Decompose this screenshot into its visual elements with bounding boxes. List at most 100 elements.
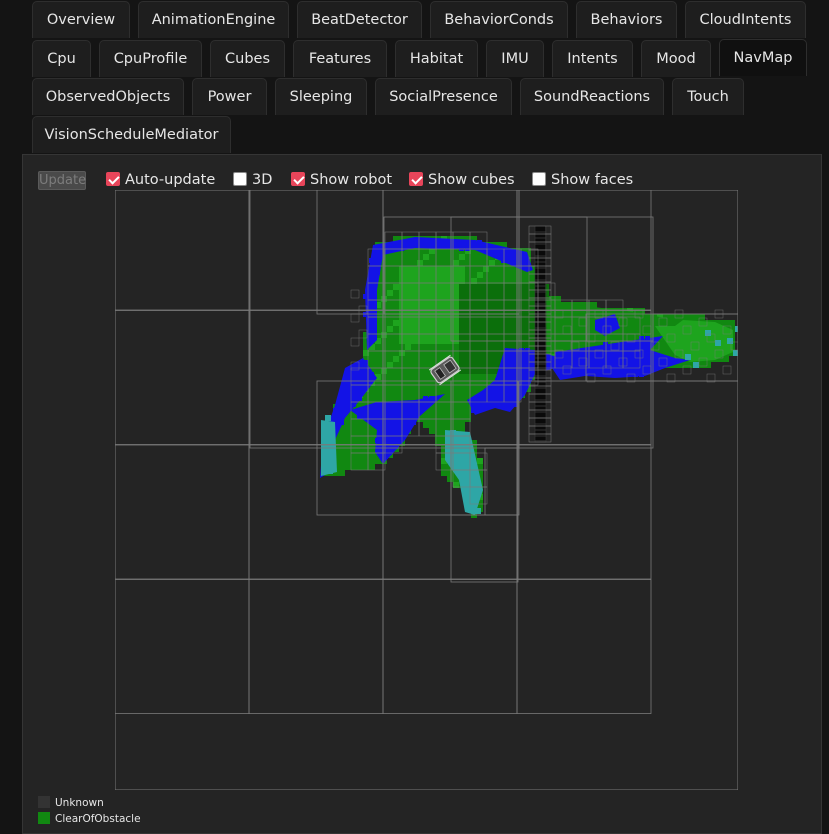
- auto-update-checkbox[interactable]: Auto-update: [106, 170, 215, 190]
- clear-cell: [459, 398, 465, 404]
- obstacle-cell: [345, 384, 350, 389]
- checkbox-checked-icon[interactable]: [106, 172, 120, 186]
- clear-cell: [369, 434, 375, 440]
- tab-touch[interactable]: Touch: [672, 78, 744, 115]
- nav-map-canvas[interactable]: [115, 190, 738, 790]
- clear-cell: [471, 272, 477, 278]
- clear-cell: [477, 260, 483, 266]
- update-button[interactable]: Update: [38, 171, 86, 190]
- clear-cell: [375, 344, 381, 350]
- obstacle-cell: [603, 324, 608, 329]
- legend-swatch: [38, 812, 50, 824]
- clear-cell: [525, 272, 531, 278]
- clear-cell: [369, 464, 375, 470]
- tab-habitat[interactable]: Habitat: [395, 40, 478, 77]
- clear-cell: [423, 332, 429, 338]
- show-faces-checkbox[interactable]: Show faces: [532, 170, 633, 190]
- tab-intents[interactable]: Intents: [552, 40, 633, 77]
- clear-cell: [441, 254, 447, 260]
- checkbox-unchecked-icon[interactable]: [233, 172, 247, 186]
- 3d-checkbox[interactable]: 3D: [233, 170, 272, 190]
- obstacle-cell: [519, 348, 524, 353]
- clear-cell: [405, 338, 411, 344]
- clear-cell: [441, 398, 447, 404]
- obstacle-cell: [357, 414, 362, 419]
- clear-cell: [423, 362, 429, 368]
- cliff-cell: [715, 340, 721, 346]
- clear-cell: [345, 452, 351, 458]
- show-cubes-checkbox[interactable]: Show cubes: [409, 170, 515, 190]
- clear-cell: [387, 266, 393, 272]
- tab-behaviorconds[interactable]: BehaviorConds: [430, 1, 568, 38]
- clear-cell: [459, 392, 465, 398]
- tab-cloudintents[interactable]: CloudIntents: [685, 1, 806, 38]
- checkbox-checked-icon[interactable]: [409, 172, 423, 186]
- tab-animationengine[interactable]: AnimationEngine: [138, 1, 289, 38]
- clear-cell: [477, 320, 483, 326]
- clear-cell: [477, 356, 483, 362]
- clear-cell: [525, 308, 531, 314]
- clear-cell: [423, 374, 429, 380]
- cliff-cell: [705, 330, 711, 336]
- obstacle-cell: [627, 360, 632, 365]
- clear-cell: [411, 356, 417, 362]
- clear-cell: [417, 272, 423, 278]
- clear-cell: [453, 404, 459, 410]
- clear-cell: [405, 320, 411, 326]
- tab-soundreactions[interactable]: SoundReactions: [520, 78, 664, 115]
- tab-behaviors[interactable]: Behaviors: [576, 1, 677, 38]
- clear-cell: [411, 302, 417, 308]
- clear-cell: [417, 332, 423, 338]
- clear-cell: [471, 356, 477, 362]
- tab-beatdetector[interactable]: BeatDetector: [297, 1, 422, 38]
- clear-cell: [525, 332, 531, 338]
- tab-cpu[interactable]: Cpu: [32, 40, 91, 77]
- clear-cell: [417, 302, 423, 308]
- clear-cell: [507, 308, 513, 314]
- tab-features[interactable]: Features: [293, 40, 387, 77]
- clear-cell: [393, 266, 399, 272]
- clear-cell: [393, 356, 399, 362]
- tab-imu[interactable]: IMU: [486, 40, 544, 77]
- obstacle-cell: [507, 258, 512, 263]
- clear-cell: [429, 308, 435, 314]
- tab-cubes[interactable]: Cubes: [210, 40, 285, 77]
- tab-socialpresence[interactable]: SocialPresence: [375, 78, 512, 115]
- legend-label: ClearOfObstacle: [55, 813, 141, 825]
- tab-power[interactable]: Power: [192, 78, 267, 115]
- clear-cell: [429, 302, 435, 308]
- clear-cell: [429, 272, 435, 278]
- clear-cell: [483, 326, 489, 332]
- clear-cell: [471, 266, 477, 272]
- clear-cell: [483, 266, 489, 272]
- clear-cell: [729, 320, 735, 326]
- show-robot-checkbox[interactable]: Show robot: [291, 170, 392, 190]
- clear-cell: [441, 302, 447, 308]
- clear-cell: [447, 410, 453, 416]
- tab-mood[interactable]: Mood: [641, 40, 711, 77]
- tab-navmap[interactable]: NavMap: [719, 39, 807, 76]
- clear-cell: [453, 260, 459, 266]
- clear-cell: [441, 386, 447, 392]
- obstacle-cell: [405, 240, 410, 245]
- clear-cell: [447, 290, 453, 296]
- tab-cpuprofile[interactable]: CpuProfile: [99, 40, 202, 77]
- clear-cell: [405, 308, 411, 314]
- checkbox-unchecked-icon[interactable]: [532, 172, 546, 186]
- clear-cell: [429, 296, 435, 302]
- tab-sleeping[interactable]: Sleeping: [275, 78, 367, 115]
- clear-cell: [411, 308, 417, 314]
- tab-observedobjects[interactable]: ObservedObjects: [32, 78, 184, 115]
- clear-cell: [447, 326, 453, 332]
- clear-cell: [411, 332, 417, 338]
- clear-cell: [417, 254, 423, 260]
- obstacle-cell: [507, 372, 512, 377]
- clear-cell: [471, 290, 477, 296]
- obstacle-cell: [501, 258, 506, 263]
- clear-cell: [489, 272, 495, 278]
- tab-overview[interactable]: Overview: [32, 1, 130, 38]
- obstacle-cell: [351, 402, 356, 407]
- tab-visionschedulemediator[interactable]: VisionScheduleMediator: [32, 116, 231, 153]
- checkbox-checked-icon[interactable]: [291, 172, 305, 186]
- obstacle-cell: [375, 438, 380, 443]
